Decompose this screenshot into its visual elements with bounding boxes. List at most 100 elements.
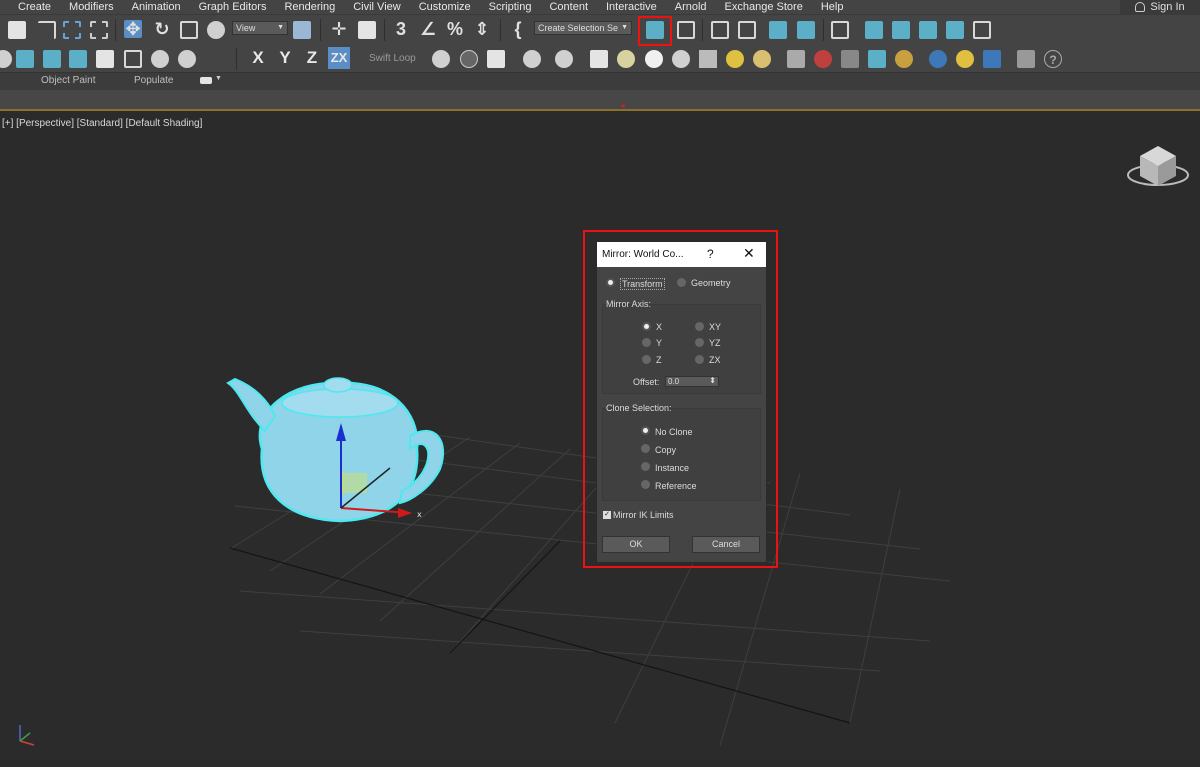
toolbar-icon-d[interactable] — [69, 50, 87, 68]
use-pivot-center-icon[interactable] — [293, 21, 311, 39]
placement-icon[interactable] — [207, 21, 225, 39]
menu-exchange-store[interactable]: Exchange Store — [716, 0, 812, 14]
radio-axis-yz[interactable] — [695, 338, 704, 347]
dialog-help-icon[interactable]: ? — [707, 247, 714, 261]
ribbon-dropdown-icon[interactable]: ▼ — [215, 75, 222, 82]
sun-icon[interactable] — [726, 50, 744, 68]
radio-axis-z[interactable] — [642, 355, 651, 364]
keyboard-shortcut-override-icon[interactable] — [358, 21, 376, 39]
toolbar-icon-e[interactable] — [124, 50, 142, 68]
menu-interactive[interactable]: Interactive — [597, 0, 666, 14]
menu-animation[interactable]: Animation — [123, 0, 190, 14]
toolbar-icon-h[interactable] — [523, 50, 541, 68]
schematic-view-icon[interactable] — [797, 21, 815, 39]
toolbar-icon-f[interactable] — [432, 50, 450, 68]
axis-zx-button[interactable]: ZX — [328, 47, 350, 69]
radio-axis-x[interactable] — [642, 322, 651, 331]
viewcube[interactable] — [1127, 146, 1189, 186]
plane-icon[interactable] — [590, 50, 608, 68]
spinner-snap-icon[interactable]: ⇕ — [473, 20, 491, 38]
toolbar-icon-g[interactable] — [487, 50, 505, 68]
menu-help[interactable]: Help — [812, 0, 853, 14]
ok-button[interactable]: OK — [602, 536, 670, 553]
radio-no-clone[interactable] — [641, 426, 650, 435]
cone-icon[interactable] — [699, 50, 717, 68]
light-bulb-icon[interactable] — [178, 50, 196, 68]
help-icon[interactable]: ? — [1044, 50, 1062, 68]
toolbar-icon-q[interactable] — [983, 50, 1001, 68]
toolbar-icon-k[interactable] — [814, 50, 832, 68]
edit-named-selection-icon[interactable]: { — [509, 20, 527, 38]
toolbar-icon-n[interactable] — [895, 50, 913, 68]
mirror-ik-checkbox[interactable]: ✓ — [603, 511, 611, 519]
render-setup-icon[interactable] — [865, 21, 883, 39]
render-production-icon[interactable] — [919, 21, 937, 39]
sign-in-button[interactable]: Sign In — [1120, 0, 1200, 14]
toolbar-icon-c[interactable] — [43, 50, 61, 68]
dialog-title-bar[interactable]: Mirror: World Co... ? ✕ — [597, 242, 766, 267]
radio-reference[interactable] — [641, 480, 650, 489]
dialog-close-icon[interactable]: ✕ — [743, 245, 755, 262]
select-by-name-icon[interactable] — [38, 21, 56, 39]
axis-z-button[interactable]: Z — [301, 47, 323, 69]
percent-snap-icon[interactable]: % — [446, 20, 464, 38]
window-crossing-icon[interactable] — [90, 21, 108, 39]
teapot-icon[interactable] — [151, 50, 169, 68]
toolbar-icon-l[interactable] — [841, 50, 859, 68]
toolbar-icon-b[interactable] — [16, 50, 34, 68]
teapot-small-icon[interactable] — [672, 50, 690, 68]
reference-coordinate-dropdown[interactable]: View — [232, 21, 288, 35]
radio-geometry[interactable] — [677, 278, 686, 287]
menu-create[interactable]: Create — [0, 0, 60, 14]
ribbon-tab-populate[interactable]: Populate — [134, 75, 173, 86]
menu-content[interactable]: Content — [540, 0, 597, 14]
swift-loop-button[interactable]: Swift Loop — [369, 53, 416, 64]
menu-customize[interactable]: Customize — [410, 0, 480, 14]
toolbar-icon-p[interactable] — [956, 50, 974, 68]
cancel-button[interactable]: Cancel — [692, 536, 760, 553]
offset-spinner[interactable]: 0.0 — [665, 376, 719, 387]
render-in-cloud-icon[interactable] — [973, 21, 991, 39]
menu-arnold[interactable]: Arnold — [666, 0, 716, 14]
dome-icon[interactable] — [617, 50, 635, 68]
menu-scripting[interactable]: Scripting — [480, 0, 541, 14]
select-rotate-icon[interactable]: ↻ — [153, 20, 171, 38]
menu-graph-editors[interactable]: Graph Editors — [190, 0, 276, 14]
radio-axis-xy[interactable] — [695, 322, 704, 331]
toolbar-icon-r[interactable] — [1017, 50, 1035, 68]
select-move-icon[interactable]: ✥ — [124, 20, 142, 38]
select-manipulate-icon[interactable]: ✛ — [330, 20, 348, 38]
radio-axis-y[interactable] — [642, 338, 651, 347]
radio-copy[interactable] — [641, 444, 650, 453]
menu-civil-view[interactable]: Civil View — [344, 0, 409, 14]
film-icon[interactable] — [96, 50, 114, 68]
named-selection-dropdown[interactable]: Create Selection Se — [534, 21, 632, 35]
snaps-toggle-icon[interactable]: 3 — [392, 20, 410, 38]
rect-selection-region-icon[interactable] — [63, 21, 81, 39]
cloud-icon[interactable] — [460, 50, 478, 68]
menu-rendering[interactable]: Rendering — [275, 0, 344, 14]
render-iterative-icon[interactable] — [946, 21, 964, 39]
select-scale-icon[interactable] — [180, 21, 198, 39]
radio-transform[interactable] — [606, 278, 615, 287]
layer-explorer-icon[interactable] — [738, 21, 756, 39]
teapot-object[interactable] — [226, 377, 445, 523]
radio-axis-zx[interactable] — [695, 355, 704, 364]
curve-editor-icon[interactable] — [769, 21, 787, 39]
rendered-frame-window-icon[interactable] — [892, 21, 910, 39]
ribbon-options-icon[interactable] — [200, 77, 212, 84]
toolbar-icon-o[interactable] — [929, 50, 947, 68]
toolbar-icon-i[interactable] — [555, 50, 573, 68]
material-editor-icon[interactable] — [831, 21, 849, 39]
ribbon-tab-object-paint[interactable]: Object Paint — [41, 75, 95, 86]
disc-icon[interactable] — [753, 50, 771, 68]
scene-explorer-icon[interactable] — [711, 21, 729, 39]
select-object-icon[interactable] — [8, 21, 26, 39]
toolbar-icon-j[interactable] — [787, 50, 805, 68]
angle-snap-icon[interactable]: ∠ — [419, 20, 437, 38]
menu-modifiers[interactable]: Modifiers — [60, 0, 123, 14]
axis-y-button[interactable]: Y — [274, 47, 296, 69]
toolbar-icon-m[interactable] — [868, 50, 886, 68]
axis-x-button[interactable]: X — [247, 47, 269, 69]
align-icon[interactable] — [677, 21, 695, 39]
